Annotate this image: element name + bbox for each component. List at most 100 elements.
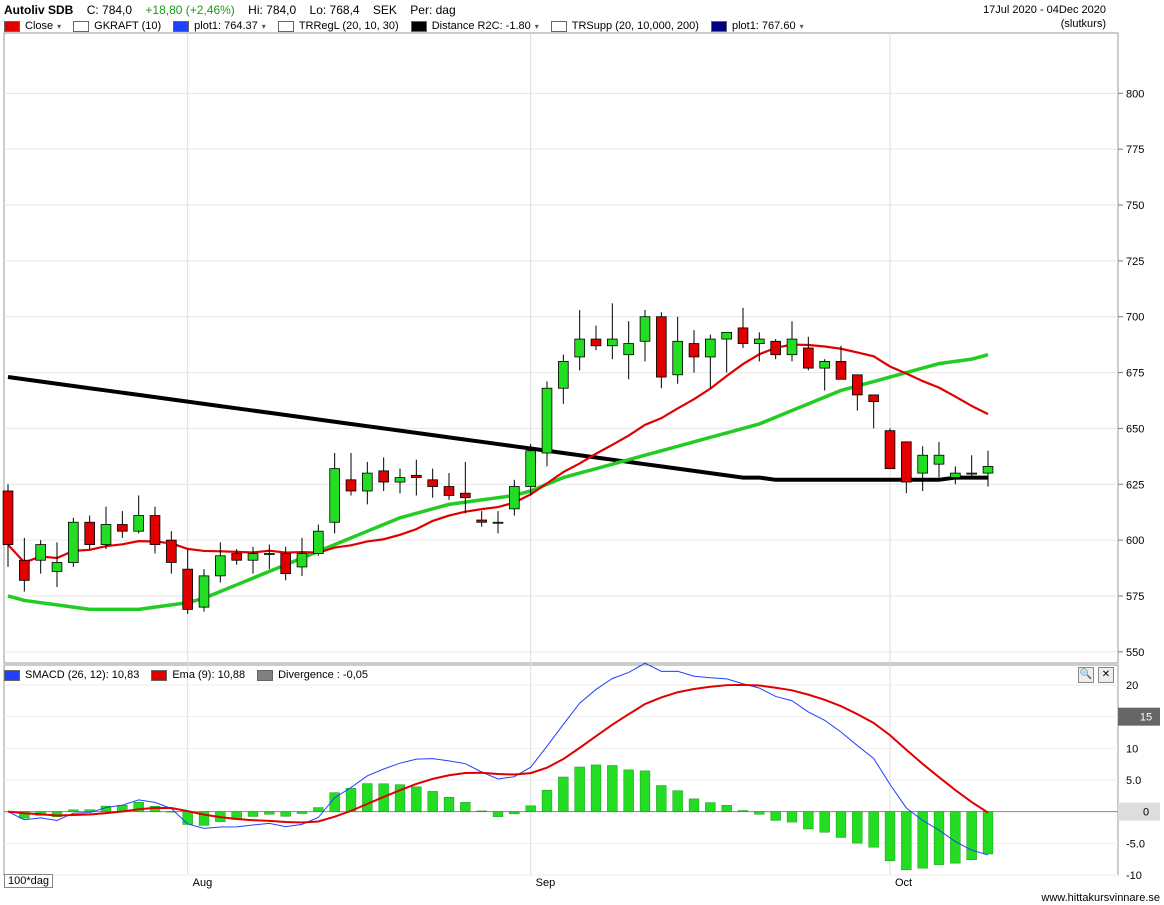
candle-body <box>247 553 259 561</box>
close-icon[interactable]: ✕ <box>1098 667 1114 683</box>
price-chart[interactable]: AugSepOctNovDec8007757507257006756506256… <box>0 0 1164 905</box>
y-tick-label: 575 <box>1126 591 1144 603</box>
candle-body <box>411 474 422 478</box>
legend-swatch <box>4 669 20 681</box>
candle-body <box>280 553 291 575</box>
candle-body <box>182 568 193 610</box>
lower-legend-item[interactable]: Ema (9): 10,88 <box>151 668 245 682</box>
divergence-bar <box>803 811 814 830</box>
lower-tick-label: 5.0 <box>1126 775 1141 787</box>
divergence-bar <box>835 811 847 838</box>
candle-body <box>35 544 46 561</box>
divergence-bar <box>476 810 487 812</box>
divergence-bar <box>607 765 618 812</box>
y-tick-label: 800 <box>1126 88 1144 100</box>
lower-tick-label: 10 <box>1126 743 1138 755</box>
divergence-bar <box>492 811 504 817</box>
candle-body <box>492 521 504 524</box>
candle-body <box>770 340 781 356</box>
candle-body <box>966 472 977 475</box>
y-tick-label: 675 <box>1126 368 1144 380</box>
badge-0 <box>1118 802 1160 821</box>
candle-body <box>819 361 830 369</box>
legend-swatch <box>257 669 274 681</box>
divergence-bar <box>313 807 324 812</box>
candle-body <box>623 343 634 356</box>
divergence-bar <box>541 789 553 812</box>
candle-body <box>100 524 112 545</box>
divergence-bar <box>884 811 896 862</box>
divergence-bar <box>639 770 651 812</box>
candle-body <box>149 515 161 545</box>
divergence-bar <box>264 811 275 815</box>
divergence-bar <box>427 791 438 812</box>
divergence-bar <box>443 796 455 812</box>
candle-body <box>558 361 569 389</box>
candle-body <box>84 521 95 545</box>
candle-body <box>933 454 945 465</box>
legend-label: Divergence : -0,05 <box>278 669 368 681</box>
divergence-bar <box>721 805 732 812</box>
legend-label: SMACD (26, 12): 10,83 <box>25 669 140 681</box>
candle-body <box>574 338 585 358</box>
badge-0-label: 0 <box>1143 807 1149 819</box>
lower-legend: SMACD (26, 12): 10,83 Ema (9): 10,88 Diver… <box>4 668 380 682</box>
divergence-bar <box>247 811 259 817</box>
y-tick-label: 650 <box>1126 423 1144 435</box>
panel-icons: 🔍 ✕ <box>1078 667 1114 683</box>
y-tick-label: 600 <box>1126 535 1144 547</box>
lower-legend-item[interactable]: Divergence : -0,05 <box>257 668 368 682</box>
candle-body <box>607 338 618 347</box>
divergence-bar <box>933 811 945 865</box>
candle-body <box>982 466 994 474</box>
candle-body <box>296 553 308 568</box>
divergence-bar <box>770 811 781 821</box>
divergence-bar <box>590 764 602 812</box>
candle-body <box>754 338 765 344</box>
divergence-bar <box>754 811 765 815</box>
candle-body <box>786 338 798 356</box>
lower-legend-item[interactable]: SMACD (26, 12): 10,83 <box>4 668 139 682</box>
x-tick-label: Sep <box>536 877 556 889</box>
lower-tick-label: -10 <box>1126 870 1142 882</box>
candle-body <box>639 316 651 342</box>
divergence-bar <box>705 802 716 812</box>
x-tick-label: Oct <box>895 877 912 889</box>
y-tick-label: 625 <box>1126 479 1144 491</box>
candle-body <box>394 477 406 483</box>
divergence-bar <box>819 811 830 833</box>
candle-body <box>721 331 732 340</box>
y-tick-label: 750 <box>1126 200 1144 212</box>
candle-body <box>509 486 520 510</box>
divergence-bar <box>574 766 585 812</box>
divergence-bar <box>296 811 308 814</box>
divergence-bar <box>672 790 683 812</box>
x-tick-label: Aug <box>193 877 213 889</box>
badge-15-label: 15 <box>1140 712 1152 724</box>
candle-body <box>264 553 275 555</box>
y-tick-label: 725 <box>1126 256 1144 268</box>
divergence-bar <box>737 810 749 812</box>
divergence-bar <box>558 776 569 812</box>
timeframe-selector[interactable]: 100*dag <box>4 874 53 888</box>
candle-body <box>917 454 928 474</box>
divergence-bar <box>901 811 912 871</box>
candle-body <box>672 340 683 376</box>
candle-body <box>345 479 357 492</box>
candle-body <box>868 394 879 403</box>
zoom-icon[interactable]: 🔍 <box>1078 667 1094 683</box>
candle-body <box>705 338 716 358</box>
candle-body <box>476 519 487 523</box>
divergence-bar <box>411 786 422 812</box>
divergence-bar <box>68 809 79 812</box>
legend-swatch <box>151 669 168 681</box>
candle-body <box>51 562 63 572</box>
divergence-bar <box>982 811 994 855</box>
candle-body <box>737 327 749 344</box>
candle-body <box>133 515 144 532</box>
candle-body <box>378 470 389 483</box>
candle-body <box>362 472 373 492</box>
divergence-bar <box>966 811 977 861</box>
candle-body <box>443 486 455 496</box>
candle-body <box>2 490 14 545</box>
